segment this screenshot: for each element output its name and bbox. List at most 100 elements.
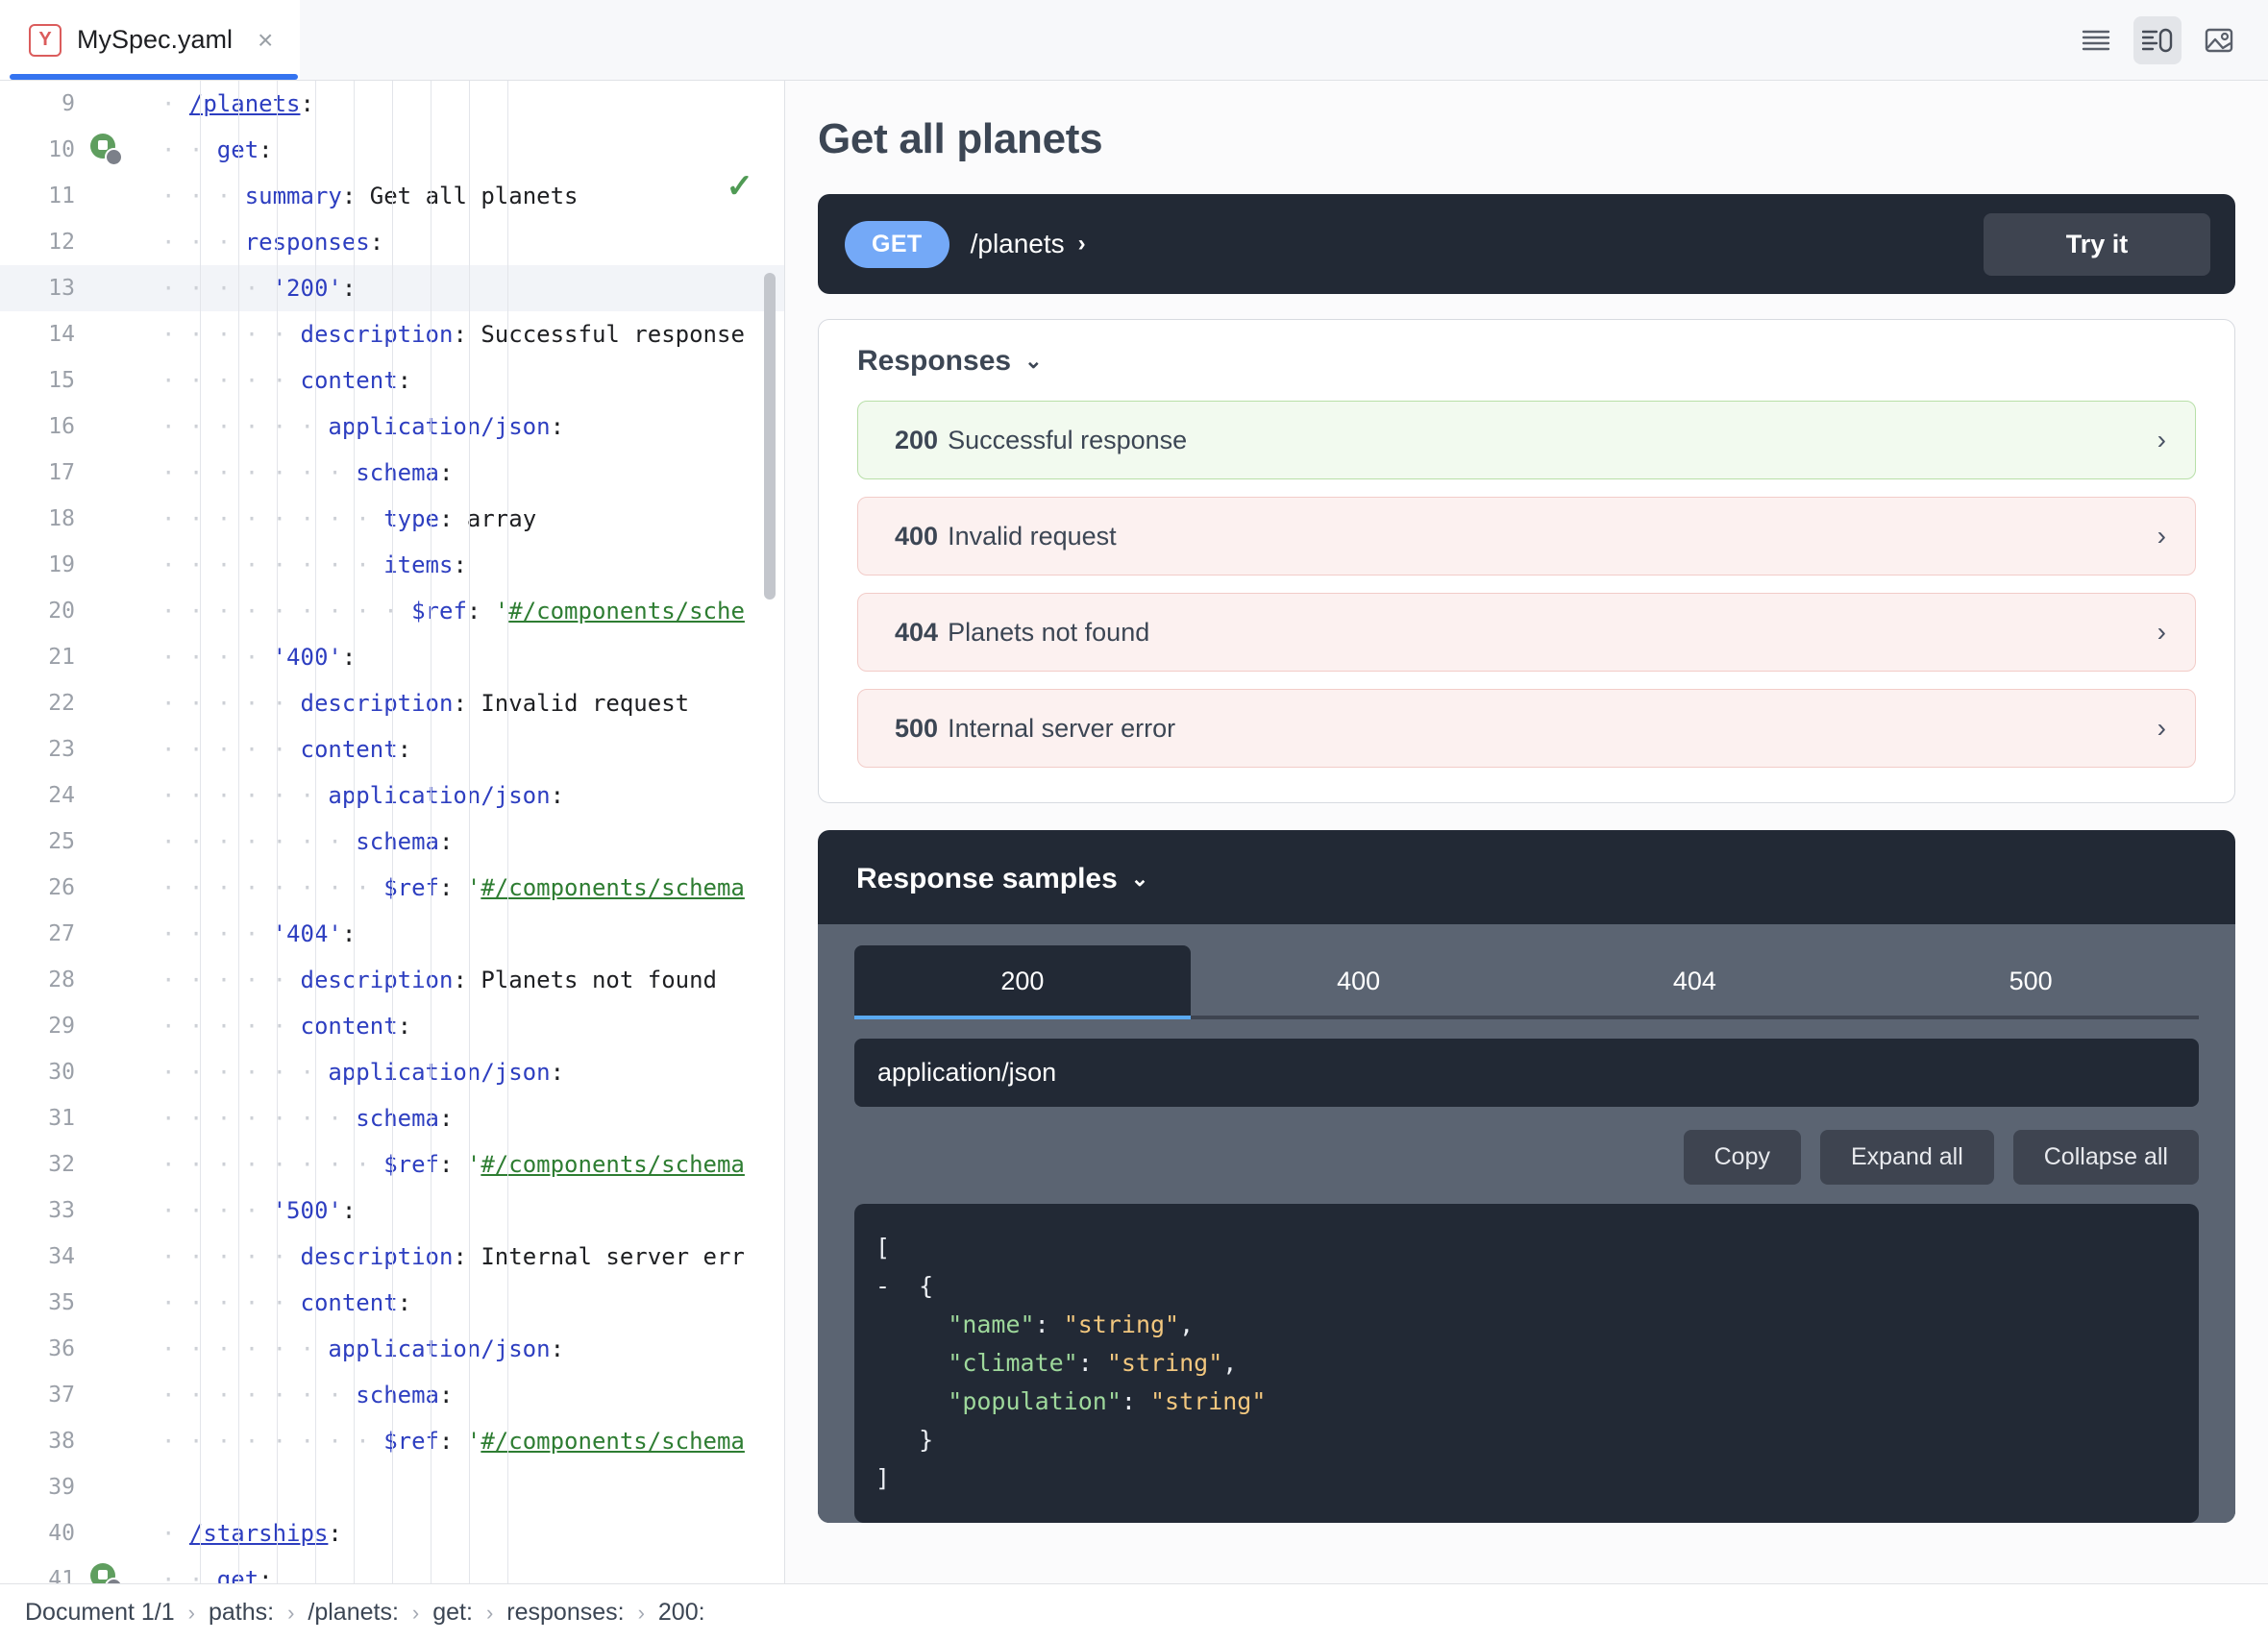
code-text: · · · · · · · · items: [129,551,784,578]
run-request-icon[interactable] [85,1563,129,1583]
breadcrumb-item[interactable]: /planets: [308,1599,399,1627]
editor-scrollbar-thumb[interactable] [764,273,776,600]
code-line[interactable]: 41· · get: [0,1556,784,1583]
code-link[interactable]: #/components/sche [508,598,745,625]
breadcrumb-separator: › [287,1601,294,1626]
split-view-icon[interactable] [2133,16,2182,64]
code-line[interactable]: 21· · · · '400': [0,634,784,680]
code-line[interactable]: 31· · · · · · · schema: [0,1095,784,1141]
code-line[interactable]: 26· · · · · · · · $ref: '#/components/sc… [0,865,784,911]
try-it-button[interactable]: Try it [1984,213,2210,276]
code-line[interactable]: 17· · · · · · · schema: [0,450,784,496]
endpoint-path[interactable]: /planets › [971,229,1086,259]
code-line[interactable]: 35· · · · · content: [0,1280,784,1326]
indent-guide: · · · · · · · [161,828,356,855]
code-line[interactable]: 15· · · · · content: [0,357,784,404]
response-row[interactable]: 404Planets not found› [857,593,2196,672]
code-line[interactable]: 11· · · summary: Get all planets [0,173,784,219]
tab-label: MySpec.yaml [77,25,233,55]
response-row[interactable]: 200Successful response› [857,401,2196,479]
breadcrumb-item[interactable]: get: [432,1599,473,1627]
code-token: array [467,505,536,532]
code-link[interactable]: /starships [189,1520,329,1547]
status-tab-404[interactable]: 404 [1527,945,1863,1016]
expand-all-button[interactable]: Expand all [1820,1130,1994,1185]
collapse-all-button[interactable]: Collapse all [2013,1130,2199,1185]
editor-tab-myspec-yaml[interactable]: Y MySpec.yaml × [0,0,300,80]
code-line[interactable]: 37· · · · · · · schema: [0,1372,784,1418]
code-line[interactable]: 19· · · · · · · · items: [0,542,784,588]
response-description: Successful response [948,426,1187,455]
code-line[interactable]: 9· /planets: [0,81,784,127]
code-line[interactable]: 10· · get: [0,127,784,173]
code-text: · · · · · content: [129,367,784,394]
status-tab-500[interactable]: 500 [1862,945,2199,1016]
status-tab-200[interactable]: 200 [854,945,1191,1016]
code-line[interactable]: 20· · · · · · · · · $ref: '#/components/… [0,588,784,634]
status-tab-400[interactable]: 400 [1191,945,1527,1016]
code-token: : [439,1382,453,1408]
breadcrumb: Document 1/1›paths:›/planets:›get:›respo… [0,1583,2268,1641]
indent-guide: · · · · · · · · [161,551,383,578]
code-token: ' [467,874,481,901]
code-line[interactable]: 32· · · · · · · · $ref: '#/components/sc… [0,1141,784,1188]
response-samples-header[interactable]: Response samples ⌄ [818,830,2235,924]
line-number: 28 [0,967,85,992]
preview-only-view-icon[interactable] [2195,16,2243,64]
code-line[interactable]: 12· · · responses: [0,219,784,265]
code-line[interactable]: 39 [0,1464,784,1510]
close-icon[interactable]: × [258,27,273,54]
json-sample-code[interactable]: [- { "name": "string", "climate": "strin… [854,1204,2199,1523]
breadcrumb-item[interactable]: 200: [658,1599,705,1627]
yaml-editor-pane[interactable]: ✓ 9· /planets:10· · get:11· · · summary:… [0,81,785,1583]
code-line[interactable]: 16· · · · · · application/json: [0,404,784,450]
code-line[interactable]: 33· · · · '500': [0,1188,784,1234]
code-line[interactable]: 28· · · · · description: Planets not fou… [0,957,784,1003]
code-line[interactable]: 40· /starships: [0,1510,784,1556]
indent-guide: · · · · · · · [161,459,356,486]
responses-section-header[interactable]: Responses ⌄ [857,345,2196,378]
code-line[interactable]: 14· · · · · description: Successful resp… [0,311,784,357]
breadcrumb-item[interactable]: Document 1/1 [25,1599,175,1627]
code-link[interactable]: /planets [189,90,301,117]
code-line[interactable]: 24· · · · · · application/json: [0,772,784,819]
code-text: · · · · · content: [129,1289,784,1316]
mime-type-field[interactable]: application/json [854,1039,2199,1107]
code-link[interactable]: #/components/schema [481,874,745,901]
line-number: 29 [0,1014,85,1039]
code-line[interactable]: 22· · · · · description: Invalid request [0,680,784,726]
code-token: content [301,1013,398,1040]
code-line[interactable]: 25· · · · · · · schema: [0,819,784,865]
breadcrumb-separator: › [638,1601,645,1626]
code-line[interactable]: 30· · · · · · application/json: [0,1049,784,1095]
code-link[interactable]: #/components/schema [481,1428,745,1455]
code-line[interactable]: 18· · · · · · · · type: array [0,496,784,542]
code-line[interactable]: 13· · · · '200': [0,265,784,311]
response-row[interactable]: 500Internal server error› [857,689,2196,768]
line-number: 17 [0,460,85,485]
main-split: ✓ 9· /planets:10· · get:11· · · summary:… [0,81,2268,1583]
code-link[interactable]: #/components/schema [481,1151,745,1178]
line-number: 37 [0,1383,85,1408]
code-line[interactable]: 27· · · · '404': [0,911,784,957]
code-line[interactable]: 38· · · · · · · · $ref: '#/components/sc… [0,1418,784,1464]
code-token: : [342,920,356,947]
code-line[interactable]: 23· · · · · content: [0,726,784,772]
line-number: 32 [0,1152,85,1177]
breadcrumb-item[interactable]: paths: [209,1599,274,1627]
code-token: Internal server err [481,1243,745,1270]
breadcrumb-item[interactable]: responses: [506,1599,624,1627]
code-lines[interactable]: 9· /planets:10· · get:11· · · summary: G… [0,81,784,1583]
code-token: description [301,967,454,993]
code-token: application/json [328,1059,550,1086]
code-line[interactable]: 34· · · · · description: Internal server… [0,1234,784,1280]
code-line[interactable]: 36· · · · · · application/json: [0,1326,784,1372]
editor-only-view-icon[interactable] [2072,16,2120,64]
copy-button[interactable]: Copy [1684,1130,1801,1185]
run-request-icon[interactable] [85,134,129,166]
code-text: · · · · · · application/json: [129,1059,784,1086]
code-token: : [551,1059,564,1086]
code-line[interactable]: 29· · · · · content: [0,1003,784,1049]
response-row[interactable]: 400Invalid request› [857,497,2196,576]
indent-guide: · · · · · [161,321,301,348]
